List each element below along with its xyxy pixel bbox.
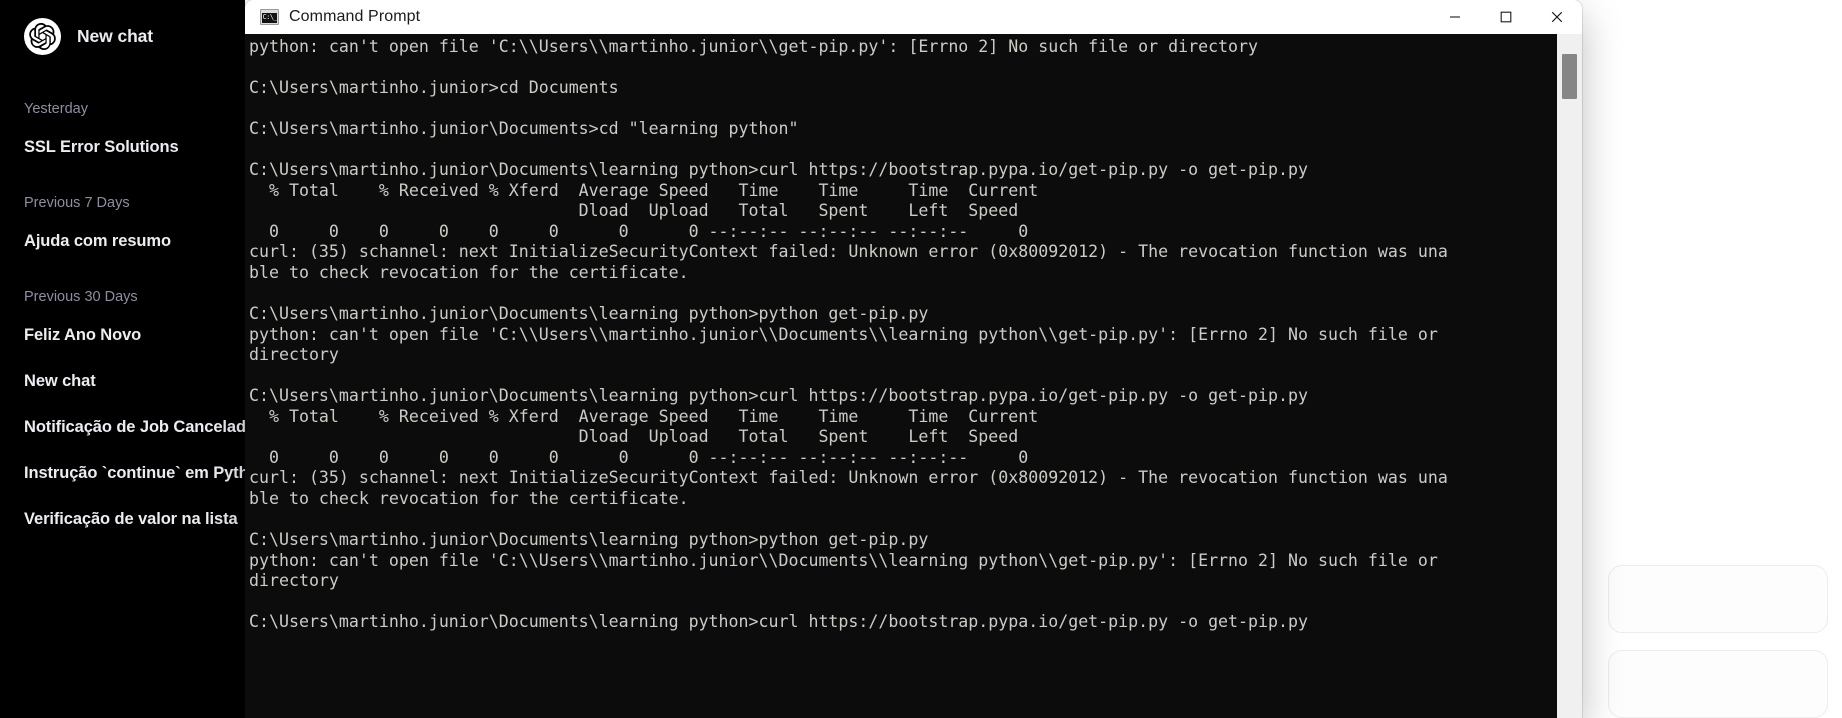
window-titlebar[interactable]: Command Prompt bbox=[245, 0, 1582, 34]
terminal-line: 0 0 0 0 0 0 0 0 --:--:-- --:--:-- --:--:… bbox=[249, 221, 1029, 241]
terminal-scrollbar[interactable] bbox=[1557, 34, 1582, 718]
terminal-line: curl: (35) schannel: next InitializeSecu… bbox=[249, 242, 1448, 262]
terminal-line: 0 0 0 0 0 0 0 0 --:--:-- --:--:-- --:--:… bbox=[249, 447, 1029, 467]
screen-root: New chat Yesterday SSL Error Solutions P… bbox=[0, 0, 1842, 718]
background-card bbox=[1608, 565, 1828, 633]
terminal-line: C:\Users\martinho.junior>cd Documents bbox=[249, 78, 619, 98]
terminal-line: C:\Users\martinho.junior\Documents\learn… bbox=[249, 530, 929, 550]
cmd-icon bbox=[260, 9, 279, 25]
terminal-line: curl: (35) schannel: next InitializeSecu… bbox=[249, 468, 1448, 488]
terminal-line: C:\Users\martinho.junior\Documents>cd "l… bbox=[249, 119, 799, 139]
terminal-line: % Total % Received % Xferd Average Speed… bbox=[249, 180, 1039, 200]
command-prompt-window: Command Prompt bbox=[245, 0, 1582, 718]
nav-group-title-yesterday: Yesterday bbox=[24, 101, 88, 117]
window-controls bbox=[1429, 0, 1582, 34]
conversation-item-feliz-ano-novo[interactable]: Feliz Ano Novo bbox=[0, 312, 245, 358]
terminal-scrollbar-thumb[interactable] bbox=[1562, 54, 1577, 99]
chatgpt-sidebar: New chat Yesterday SSL Error Solutions P… bbox=[0, 0, 245, 718]
terminal-output[interactable]: python: can't open file 'C:\\Users\\mart… bbox=[245, 34, 1557, 718]
terminal-line: C:\Users\martinho.junior\Documents\learn… bbox=[249, 304, 929, 324]
new-chat-button[interactable]: New chat bbox=[24, 18, 153, 55]
conversation-list: Yesterday SSL Error Solutions Previous 7… bbox=[0, 94, 245, 542]
nav-group-title-previous-7-days: Previous 7 Days bbox=[24, 195, 130, 211]
conversation-item-new-chat[interactable]: New chat bbox=[0, 358, 245, 404]
maximize-button[interactable] bbox=[1480, 0, 1531, 34]
terminal-line: directory bbox=[249, 571, 339, 591]
terminal-line: ble to check revocation for the certific… bbox=[249, 489, 689, 509]
openai-logo-icon bbox=[24, 18, 61, 55]
background-card bbox=[1608, 650, 1828, 718]
terminal-line: Dload Upload Total Spent Left Speed bbox=[249, 427, 1019, 447]
conversation-item-notificacao-de-job-cancelado[interactable]: Notificação de Job Cancelado bbox=[0, 404, 245, 450]
terminal-line: directory bbox=[249, 345, 339, 365]
conversation-item-verificacao-de-valor-na-lista[interactable]: Verificação de valor na lista bbox=[0, 496, 245, 542]
conversation-item-instrucao-continue-em-python[interactable]: Instrução `continue` em Python bbox=[0, 450, 245, 496]
terminal-line: C:\Users\martinho.junior\Documents\learn… bbox=[249, 612, 1308, 632]
terminal-line: python: can't open file 'C:\\Users\\mart… bbox=[249, 550, 1438, 570]
terminal-line: python: can't open file 'C:\\Users\\mart… bbox=[249, 37, 1259, 56]
titlebar-left: Command Prompt bbox=[245, 8, 1429, 26]
terminal-line: C:\Users\martinho.junior\Documents\learn… bbox=[249, 386, 1308, 406]
nav-group-title-previous-30-days: Previous 30 Days bbox=[24, 289, 138, 305]
terminal-line: python: can't open file 'C:\\Users\\mart… bbox=[249, 324, 1438, 344]
conversation-item-ajuda-com-resumo[interactable]: Ajuda com resumo bbox=[0, 218, 245, 264]
terminal-line: ble to check revocation for the certific… bbox=[249, 263, 689, 283]
new-chat-label: New chat bbox=[77, 26, 154, 46]
window-title: Command Prompt bbox=[289, 8, 421, 25]
conversation-item-ssl-error-solutions[interactable]: SSL Error Solutions bbox=[0, 124, 245, 170]
terminal-area: python: can't open file 'C:\\Users\\mart… bbox=[245, 34, 1582, 718]
terminal-line: Dload Upload Total Spent Left Speed bbox=[249, 201, 1019, 221]
terminal-line: % Total % Received % Xferd Average Speed… bbox=[249, 406, 1039, 426]
minimize-button[interactable] bbox=[1429, 0, 1480, 34]
close-button[interactable] bbox=[1531, 0, 1582, 34]
terminal-line: C:\Users\martinho.junior\Documents\learn… bbox=[249, 160, 1308, 180]
